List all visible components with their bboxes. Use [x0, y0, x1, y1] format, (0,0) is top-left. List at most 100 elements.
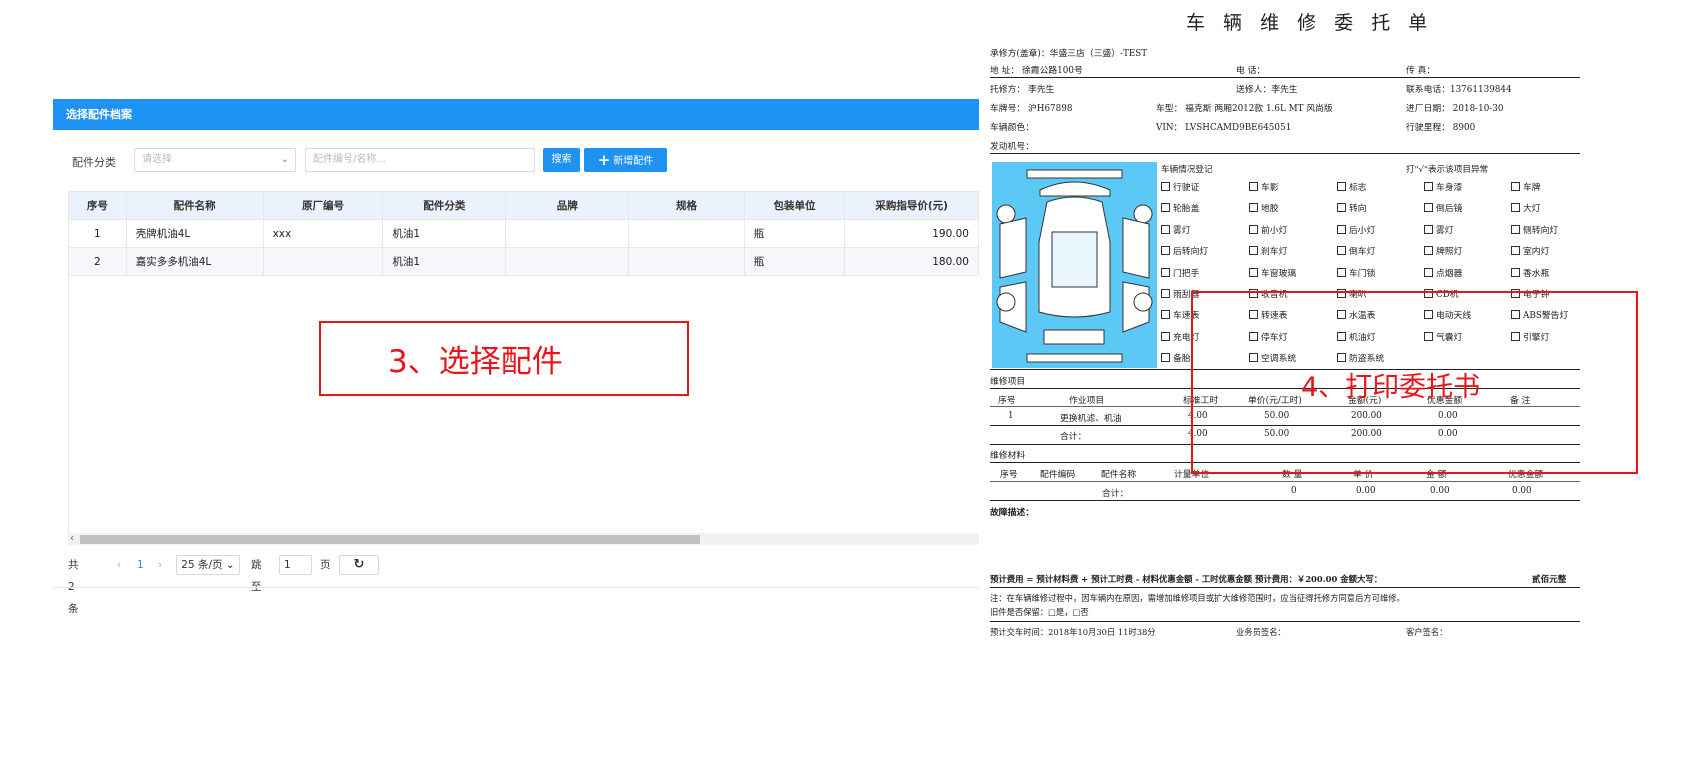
checkbox-icon[interactable]: [1424, 203, 1433, 213]
cell-no: 2: [68, 247, 127, 276]
parts-table: 序号 配件名称 原厂编号 配件分类 品牌 规格 包装单位 采购指导价(元) 1 …: [68, 191, 979, 276]
checkbox-icon[interactable]: [1424, 224, 1433, 234]
scroll-left-icon[interactable]: ‹: [70, 533, 74, 545]
checklist-item: 后转向灯: [1161, 244, 1208, 257]
divider: [990, 500, 1580, 501]
plate-info: 车牌号： 沪H67898: [990, 104, 1073, 114]
checkbox-icon[interactable]: [1337, 224, 1346, 234]
checkbox-icon[interactable]: [1424, 182, 1433, 191]
col-header-oem[interactable]: 原厂编号: [262, 191, 384, 220]
checkbox-icon[interactable]: [1337, 203, 1346, 213]
search-input[interactable]: 配件编号/名称...: [305, 148, 535, 172]
cell-brand: [505, 247, 630, 276]
cell-spec: [628, 247, 745, 276]
checklist-item: 点烟器: [1424, 266, 1462, 279]
service-signature: 业务员签名：: [1236, 627, 1286, 637]
checklist-label: 刹车灯: [1261, 247, 1288, 258]
page-size-value: 25 条/页: [181, 559, 223, 571]
checkbox-icon[interactable]: [1249, 246, 1258, 256]
checklist-label: 车窗玻璃: [1261, 268, 1297, 279]
chevron-down-icon: ⌄: [225, 559, 235, 571]
callout-select-parts-text: 3、选择配件: [388, 344, 563, 380]
add-part-button[interactable]: + 新增配件: [584, 148, 667, 172]
mat-col-no: 序号: [1000, 470, 1018, 480]
checkbox-icon[interactable]: [1337, 267, 1346, 277]
category-select[interactable]: 请选择 ⌄: [134, 148, 296, 172]
checklist-label: 转向: [1349, 204, 1367, 215]
checklist-item: 刹车灯: [1249, 244, 1287, 257]
col-header-no[interactable]: 序号: [68, 191, 127, 220]
checkbox-icon[interactable]: [1337, 246, 1346, 256]
checkbox-icon[interactable]: [1161, 182, 1170, 191]
plus-icon: +: [597, 151, 611, 169]
next-page-button[interactable]: ›: [158, 554, 162, 576]
checkbox-icon[interactable]: [1424, 246, 1433, 256]
material-section-title: 维修材料: [990, 451, 1026, 461]
table-row[interactable]: 2 嘉实多多机油4L 机油1 瓶 180.00: [68, 247, 979, 276]
car-diagram: [992, 162, 1157, 368]
goto-page-input[interactable]: 1: [279, 555, 312, 575]
checkbox-icon[interactable]: [1161, 289, 1170, 298]
horizontal-scrollbar[interactable]: ‹: [68, 533, 979, 545]
category-filter-label: 配件分类: [72, 156, 116, 169]
checkbox-icon[interactable]: [1249, 203, 1258, 213]
scrollbar-thumb[interactable]: [80, 535, 700, 544]
sender-info: 送修人：李先生: [1236, 85, 1298, 95]
page-size-select[interactable]: 25 条/页 ⌄: [176, 555, 240, 575]
color-info: 车辆颜色：: [990, 123, 1034, 133]
engine-info: 发动机号：: [990, 142, 1034, 152]
checkbox-icon[interactable]: [1249, 224, 1258, 234]
checklist-label: 后转向灯: [1173, 247, 1209, 258]
page-number-button[interactable]: 1: [137, 554, 144, 576]
col-header-name[interactable]: 配件名称: [125, 191, 264, 220]
prev-page-button[interactable]: ‹: [117, 554, 121, 576]
checklist-label: 备胎: [1173, 354, 1191, 365]
checkbox-icon[interactable]: [1424, 267, 1433, 277]
checklist-item: 倒车灯: [1337, 244, 1375, 257]
col-header-brand[interactable]: 品牌: [505, 191, 630, 220]
vin-info: VIN： LVSHCAMD9BE645051: [1156, 123, 1292, 133]
mat-total-label: 合计：: [1102, 489, 1129, 499]
repairer-info: 承修方(盖章)：华盛三店（三盛）-TEST: [990, 49, 1148, 59]
checkbox-icon[interactable]: [1511, 182, 1520, 191]
checkbox-icon[interactable]: [1511, 224, 1520, 234]
work-total-label: 合计：: [1060, 432, 1087, 442]
divider: [990, 77, 1580, 78]
cell-unit: 瓶: [743, 247, 846, 276]
checklist-label: 点烟器: [1436, 268, 1463, 279]
mat-col-code: 配件编码: [1040, 470, 1076, 480]
chevron-down-icon: ⌄: [280, 154, 289, 165]
checkbox-icon[interactable]: [1511, 267, 1520, 277]
checklist-item: 后小灯: [1337, 223, 1375, 236]
cell-brand: [505, 219, 630, 248]
checkbox-icon[interactable]: [1161, 267, 1170, 277]
checkbox-icon[interactable]: [1161, 246, 1170, 256]
refresh-icon[interactable]: ↻: [339, 555, 379, 575]
checkbox-icon[interactable]: [1511, 246, 1520, 256]
checklist-label: 大灯: [1523, 204, 1541, 215]
work-row-item: 更换机滤、机油: [1060, 414, 1122, 424]
checkbox-icon[interactable]: [1161, 310, 1170, 320]
col-header-category[interactable]: 配件分类: [382, 191, 507, 220]
col-header-spec[interactable]: 规格: [628, 191, 745, 220]
checklist-item: 侧转向灯: [1511, 223, 1558, 236]
table-header-row: 序号 配件名称 原厂编号 配件分类 品牌 规格 包装单位 采购指导价(元): [68, 191, 979, 220]
checklist-label: 地胶: [1261, 204, 1279, 215]
col-header-price[interactable]: 采购指导价(元): [844, 191, 979, 220]
checkbox-icon[interactable]: [1161, 353, 1170, 363]
document-title: 车 辆 维 修 委 托 单: [1186, 12, 1434, 34]
checkbox-icon[interactable]: [1249, 182, 1258, 191]
checkbox-icon[interactable]: [1161, 203, 1170, 213]
table-row[interactable]: 1 壳牌机油4L xxx 机油1 瓶 190.00: [68, 219, 979, 248]
checkbox-icon[interactable]: [1337, 182, 1346, 191]
checkbox-icon[interactable]: [1511, 203, 1520, 213]
checkbox-icon[interactable]: [1161, 331, 1170, 341]
checklist-label: 后小灯: [1349, 225, 1376, 236]
search-button[interactable]: 搜索: [543, 148, 580, 172]
checkbox-icon[interactable]: [1249, 267, 1258, 277]
col-header-unit[interactable]: 包装单位: [743, 191, 846, 220]
phone-info: 电 话：: [1236, 66, 1266, 76]
mat-col-name: 配件名称: [1101, 470, 1137, 480]
cell-no: 1: [68, 219, 127, 248]
checkbox-icon[interactable]: [1161, 224, 1170, 234]
